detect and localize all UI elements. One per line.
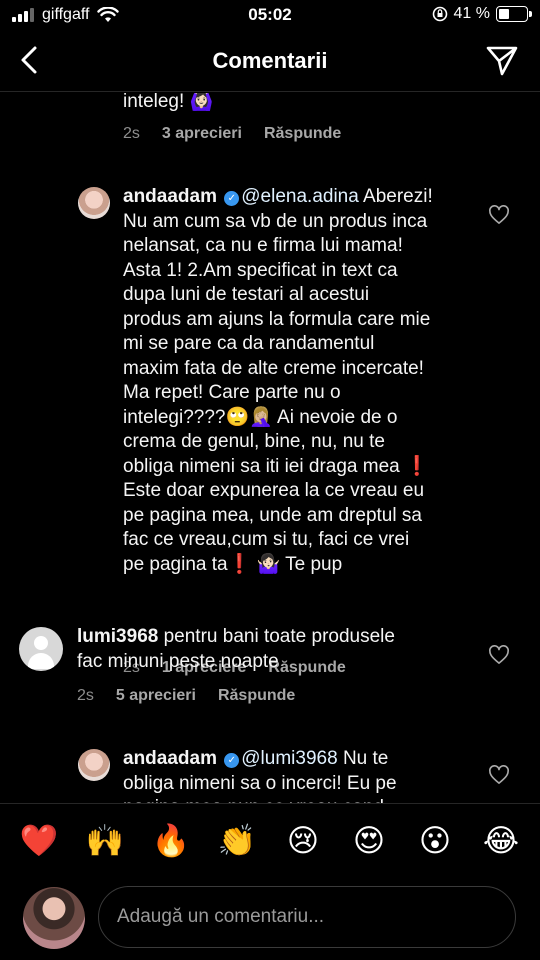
red-heart-emoji[interactable]: ❤️ — [13, 821, 65, 861]
likes-count[interactable]: 3 aprecieri — [162, 125, 242, 143]
comment-time: 2s — [77, 687, 94, 704]
comment-composer — [0, 878, 540, 960]
heart-icon[interactable] — [488, 765, 510, 785]
current-user-avatar — [23, 887, 85, 949]
comment-item: inteleg! 🙆🏻‍♀️ 2s 3 aprecieri Răspunde — [0, 93, 540, 153]
fire-emoji[interactable]: 🔥 — [145, 821, 197, 861]
comment-username[interactable]: andaadam — [123, 186, 217, 207]
avatar[interactable] — [78, 187, 110, 219]
comment-text: inteleg! 🙆🏻‍♀️ — [123, 93, 214, 112]
likes-count[interactable]: 5 aprecieri — [116, 687, 196, 705]
tears-of-joy-emoji[interactable]: 😂 — [475, 821, 527, 861]
comment-username[interactable]: lumi3968 — [77, 626, 158, 647]
comment-meta: 2s 3 aprecieri Răspunde — [123, 125, 341, 143]
status-bar: giffgaff 05:02 41 % — [0, 0, 540, 32]
heart-eyes-emoji[interactable]: 😍 — [343, 821, 395, 861]
status-right: 41 % — [432, 5, 532, 23]
comment-text: andaadam ✓ @elena.adina Aberezi! Nu am cu… — [123, 185, 478, 577]
reply-button[interactable]: Răspunde — [218, 687, 295, 705]
comment-meta: 2s 5 aprecieri Răspunde — [77, 687, 295, 705]
comment-item: andaadam ✓ @lumi3968 Nu te obliga nimeni … — [0, 747, 540, 803]
orientation-lock-icon — [432, 6, 447, 22]
mention-link[interactable]: @lumi3968 — [241, 748, 337, 769]
paper-plane-icon[interactable] — [484, 42, 520, 78]
comment-item: lumi3968 pentru bani toate produsele fac… — [0, 625, 540, 725]
comment-text: andaadam ✓ @lumi3968 Nu te obliga nimeni … — [123, 747, 478, 803]
clapping-hands-emoji[interactable]: 👏 — [211, 821, 263, 861]
mention-link[interactable]: @elena.adina — [241, 186, 359, 207]
page-title: Comentarii — [212, 48, 328, 73]
battery-icon — [496, 6, 532, 22]
raised-hands-emoji[interactable]: 🙌 — [79, 821, 131, 861]
comment-input[interactable] — [98, 886, 516, 948]
header: Comentarii — [0, 32, 540, 92]
emoji-quick-bar: ❤️ 🙌 🔥 👏 😢 😍 😮 😂 — [0, 803, 540, 878]
comment-time: 2s — [123, 125, 140, 142]
battery-percent: 41 % — [453, 5, 490, 22]
comment-item: andaadam ✓ @elena.adina Aberezi! Nu am cu… — [0, 185, 540, 676]
reply-button[interactable]: Răspunde — [264, 125, 341, 143]
avatar[interactable] — [19, 627, 63, 671]
comments-list[interactable]: inteleg! 🙆🏻‍♀️ 2s 3 aprecieri Răspunde a… — [0, 93, 540, 803]
comment-username[interactable]: andaadam — [123, 748, 217, 769]
comment-text: lumi3968 pentru bani toate produsele fac… — [77, 625, 477, 674]
comment-body: Aberezi! Nu am cum sa vb de un produs in… — [123, 186, 433, 575]
crying-face-emoji[interactable]: 😢 — [277, 821, 329, 861]
avatar[interactable] — [78, 749, 110, 781]
heart-icon[interactable] — [488, 645, 510, 665]
verified-badge-icon: ✓ — [224, 753, 240, 768]
heart-icon[interactable] — [488, 205, 510, 225]
surprised-face-emoji[interactable]: 😮 — [409, 821, 461, 861]
verified-badge-icon: ✓ — [224, 191, 240, 206]
